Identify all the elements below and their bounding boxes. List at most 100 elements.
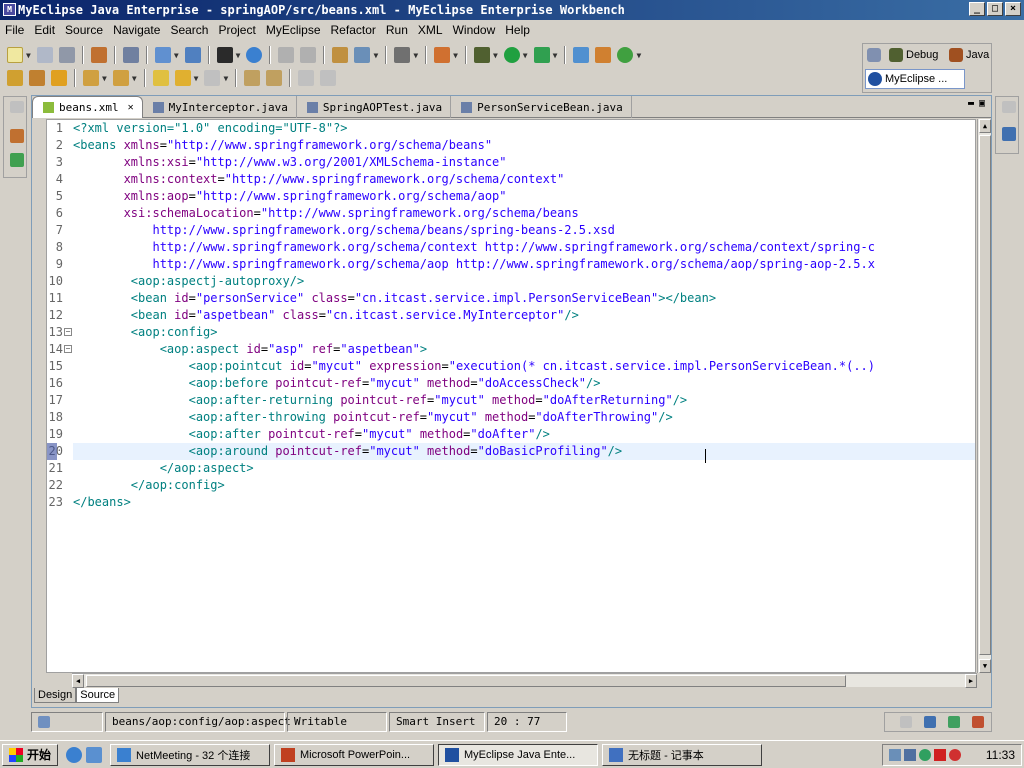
- open-type-icon[interactable]: [7, 70, 23, 86]
- taskbar-item[interactable]: Microsoft PowerPoin...: [274, 743, 435, 766]
- code-line[interactable]: xmlns:xsi="http://www.w3.org/2001/XMLSch…: [73, 154, 507, 171]
- forward-dropdown-icon[interactable]: ▼: [223, 74, 228, 83]
- close-button[interactable]: ×: [1005, 2, 1021, 16]
- menu-source[interactable]: Source: [60, 20, 108, 39]
- code-line[interactable]: </aop:aspect>: [73, 460, 254, 477]
- next-annotation-dropdown-icon[interactable]: ▼: [102, 74, 107, 83]
- vertical-scroll-thumb[interactable]: [979, 135, 991, 655]
- run-icon[interactable]: [503, 47, 520, 63]
- deploy-icon[interactable]: [154, 47, 171, 63]
- code-line[interactable]: <bean id="aspetbean" class="cn.itcast.se…: [73, 307, 579, 324]
- new-class-wizard-icon[interactable]: [617, 47, 634, 63]
- external-tools-dropdown-icon[interactable]: ▼: [553, 51, 558, 60]
- fold-toggle-icon[interactable]: −: [64, 328, 72, 336]
- code-line[interactable]: http://www.springframework.org/schema/be…: [73, 222, 614, 239]
- fold-toggle-icon[interactable]: −: [64, 345, 72, 353]
- menu-myeclipse[interactable]: MyEclipse: [261, 20, 326, 39]
- next-annotation-icon[interactable]: [83, 70, 99, 86]
- print-icon[interactable]: [58, 47, 75, 63]
- save-icon[interactable]: [36, 47, 53, 63]
- servers-icon[interactable]: [948, 716, 960, 728]
- code-line[interactable]: <beans xmlns="http://www.springframework…: [73, 137, 492, 154]
- new-icon[interactable]: [7, 47, 23, 63]
- menu-search[interactable]: Search: [165, 20, 213, 39]
- vertical-scrollbar[interactable]: ▲ ▼: [977, 119, 991, 673]
- hierarchy-icon[interactable]: [10, 153, 24, 167]
- new-java-project-icon[interactable]: [573, 47, 590, 63]
- tab-myinterceptor-java[interactable]: MyInterceptor.java: [143, 96, 297, 118]
- scroll-right-icon[interactable]: ▶: [965, 674, 977, 688]
- code-line[interactable]: <aop:around pointcut-ref="mycut" method=…: [73, 443, 975, 460]
- menu-refactor[interactable]: Refactor: [326, 20, 381, 39]
- scroll-left-icon[interactable]: ◀: [72, 674, 84, 688]
- code-lines[interactable]: <?xml version="1.0" encoding="UTF-8"?> <b…: [73, 120, 975, 672]
- taskbar-item[interactable]: MyEclipse Java Ente...: [438, 743, 599, 766]
- code-line[interactable]: <aop:aspect id="asp" ref="aspetbean">: [73, 341, 427, 358]
- new-file-icon[interactable]: [38, 715, 50, 728]
- tab-personservicebean-java[interactable]: PersonServiceBean.java: [451, 96, 632, 118]
- taskbar-item[interactable]: 无标题 - 记事本: [602, 743, 763, 766]
- package-explorer-icon[interactable]: [10, 129, 24, 143]
- horizontal-scrollbar[interactable]: ◀ ▶: [72, 673, 977, 688]
- myeclipse-app-icon[interactable]: M: [3, 3, 16, 16]
- antivirus-icon[interactable]: [934, 749, 946, 761]
- code-line[interactable]: <aop:before pointcut-ref="mycut" method=…: [73, 375, 601, 392]
- last-edit-icon[interactable]: [152, 70, 169, 86]
- close-tab-icon[interactable]: ✕: [128, 102, 134, 113]
- code-line[interactable]: </beans>: [73, 494, 131, 511]
- scroll-up-icon[interactable]: ▲: [979, 119, 991, 133]
- image-dropdown-icon[interactable]: ▼: [413, 51, 418, 60]
- outline-icon[interactable]: [1002, 127, 1016, 141]
- run-server-icon[interactable]: [216, 47, 233, 63]
- menu-window[interactable]: Window: [448, 20, 501, 39]
- menu-help[interactable]: Help: [500, 20, 535, 39]
- tab-springaoptest-java[interactable]: SpringAOPTest.java: [297, 96, 452, 118]
- code-line[interactable]: xmlns:aop="http://www.springframework.or…: [73, 188, 507, 205]
- restore-icon[interactable]: [900, 716, 912, 728]
- problems-icon[interactable]: [972, 716, 984, 728]
- cut-icon[interactable]: [278, 47, 295, 63]
- menu-navigate[interactable]: Navigate: [108, 20, 165, 39]
- minimize-editor-icon[interactable]: ▬: [968, 98, 974, 109]
- code-line[interactable]: <aop:aspectj-autoproxy/>: [73, 273, 304, 290]
- code-line[interactable]: <aop:after pointcut-ref="mycut" method="…: [73, 426, 550, 443]
- server-icon[interactable]: [184, 47, 201, 63]
- network-icon[interactable]: [889, 749, 901, 761]
- source-tab[interactable]: Source: [76, 688, 120, 703]
- code-line[interactable]: http://www.springframework.org/schema/co…: [73, 239, 874, 256]
- menu-file[interactable]: File: [0, 20, 29, 39]
- taskbar-item[interactable]: NetMeeting - 32 个连接: [110, 743, 271, 766]
- debug-dropdown-icon[interactable]: ▼: [493, 51, 498, 60]
- monitor-icon[interactable]: [904, 749, 916, 761]
- code-line[interactable]: <?xml version="1.0" encoding="UTF-8"?>: [73, 120, 348, 137]
- forward-icon[interactable]: [204, 70, 221, 86]
- code-line[interactable]: <bean id="personService" class="cn.itcas…: [73, 290, 716, 307]
- code-line[interactable]: xmlns:context="http://www.springframewor…: [73, 171, 565, 188]
- menu-xml[interactable]: XML: [413, 20, 448, 39]
- deploy-dropdown-icon[interactable]: ▼: [174, 51, 179, 60]
- debug-bug-icon[interactable]: [473, 47, 490, 63]
- restore-icon[interactable]: [10, 101, 24, 113]
- console-icon[interactable]: [924, 716, 936, 728]
- browser-dropdown-icon[interactable]: ▼: [373, 51, 378, 60]
- restore-icon[interactable]: [1002, 101, 1016, 113]
- code-line[interactable]: xsi:schemaLocation="http://www.springfra…: [73, 205, 579, 222]
- start-button[interactable]: 开始: [2, 743, 59, 766]
- menu-run[interactable]: Run: [381, 20, 413, 39]
- code-editor[interactable]: 12345678910111213−14−151617181920212223 …: [46, 119, 976, 673]
- prev-annotation-dropdown-icon[interactable]: ▼: [132, 74, 137, 83]
- toggle-mark-icon[interactable]: [266, 70, 283, 86]
- search-folder-icon[interactable]: [51, 70, 67, 86]
- menu-edit[interactable]: Edit: [29, 20, 60, 39]
- code-line[interactable]: <aop:pointcut id="mycut" expression="exe…: [73, 358, 875, 375]
- new-dropdown-icon[interactable]: ▼: [26, 51, 31, 60]
- new-class-icon[interactable]: [332, 47, 349, 63]
- prev-annotation-icon[interactable]: [112, 70, 129, 86]
- expand-icon[interactable]: [298, 70, 315, 86]
- collapse-icon[interactable]: [320, 70, 337, 86]
- code-line[interactable]: <aop:after-returning pointcut-ref = "mycut…: [73, 392, 688, 409]
- new-class-dropdown-icon[interactable]: ▼: [636, 51, 641, 60]
- open-task-icon[interactable]: [29, 70, 45, 86]
- maximize-editor-icon[interactable]: ▣: [979, 98, 985, 109]
- code-line[interactable]: http://www.springframework.org/schema/ao…: [73, 256, 874, 273]
